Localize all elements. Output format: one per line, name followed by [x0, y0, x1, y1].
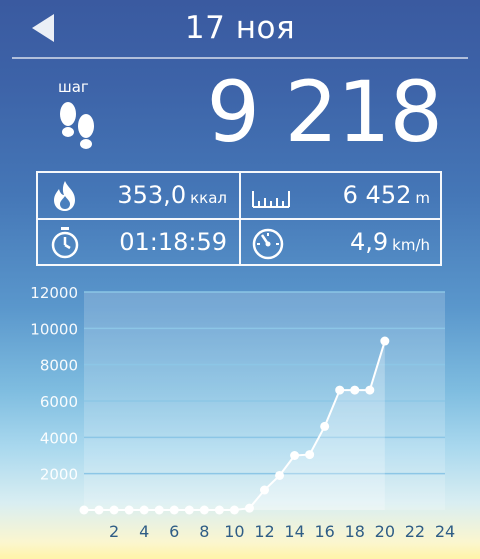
y-tick-label: 8000 [40, 357, 78, 375]
data-point [229, 505, 239, 515]
x-tick-label: 6 [169, 522, 179, 541]
steps-label: шаг [58, 78, 89, 96]
date-title: 17 ноя [184, 10, 296, 46]
data-point [335, 385, 345, 395]
x-tick-label: 14 [284, 522, 304, 541]
data-point [139, 505, 149, 515]
y-tick-label: 12000 [30, 284, 78, 302]
data-point [199, 505, 209, 515]
x-tick-label: 4 [139, 522, 149, 541]
stats-grid: 353,0 ккал 6 452 m 01:18:59 4,9 km/h [36, 171, 442, 266]
calories-unit: ккал [190, 189, 227, 207]
data-point [260, 485, 269, 495]
data-point [320, 421, 330, 431]
data-point [275, 470, 285, 480]
distance-value: 6 452 m [343, 181, 430, 209]
distance-number: 6 452 [342, 181, 412, 209]
header: 17 ноя [0, 0, 480, 59]
data-point [109, 505, 119, 515]
data-point [169, 505, 179, 515]
data-point [79, 505, 89, 515]
speed-unit: km/h [392, 236, 430, 254]
y-tick-label: 10000 [30, 320, 78, 338]
data-point [350, 385, 360, 395]
data-point [214, 505, 224, 515]
data-point [124, 505, 134, 515]
stopwatch-icon [48, 226, 82, 260]
data-point [184, 505, 194, 515]
calories-cell: 353,0 ккал [38, 173, 239, 218]
duration-cell: 01:18:59 [38, 220, 239, 265]
distance-cell: 6 452 m [241, 173, 442, 218]
speed-value: 4,9 km/h [350, 228, 430, 256]
calories-value: 353,0 ккал [117, 181, 227, 209]
y-tick-label: 4000 [40, 429, 78, 447]
data-point [94, 505, 104, 515]
speed-cell: 4,9 km/h [241, 220, 442, 265]
speedometer-icon [251, 226, 285, 260]
data-point [154, 505, 164, 515]
x-tick-label: 20 [375, 522, 395, 541]
x-tick-label: 10 [224, 522, 244, 541]
y-tick-label: 6000 [40, 393, 78, 411]
x-tick-label: 2 [109, 522, 119, 541]
steps-chart: 2000 4000 6000 8000 10000 12000 2 4 6 8 10 12 14 16 1… [0, 280, 480, 559]
data-point [305, 450, 315, 460]
x-tick-label: 8 [199, 522, 209, 541]
footprints-icon [54, 100, 100, 156]
x-tick-label: 24 [435, 522, 455, 541]
distance-unit: m [415, 189, 430, 207]
x-tick-label: 22 [405, 522, 425, 541]
x-tick-label: 18 [345, 522, 365, 541]
data-point [365, 385, 375, 395]
x-tick-label: 12 [254, 522, 274, 541]
duration-value: 01:18:59 [119, 228, 227, 256]
y-tick-label: 2000 [40, 466, 78, 484]
data-point [290, 451, 300, 460]
steps-count: 9 218 [206, 63, 443, 161]
flame-icon [48, 179, 82, 213]
speed-number: 4,9 [349, 228, 389, 256]
data-point [380, 336, 390, 346]
calories-number: 353,0 [117, 181, 187, 209]
x-tick-label: 16 [314, 522, 334, 541]
ruler-icon [251, 183, 291, 217]
data-point [244, 503, 254, 513]
header-divider [12, 57, 468, 59]
